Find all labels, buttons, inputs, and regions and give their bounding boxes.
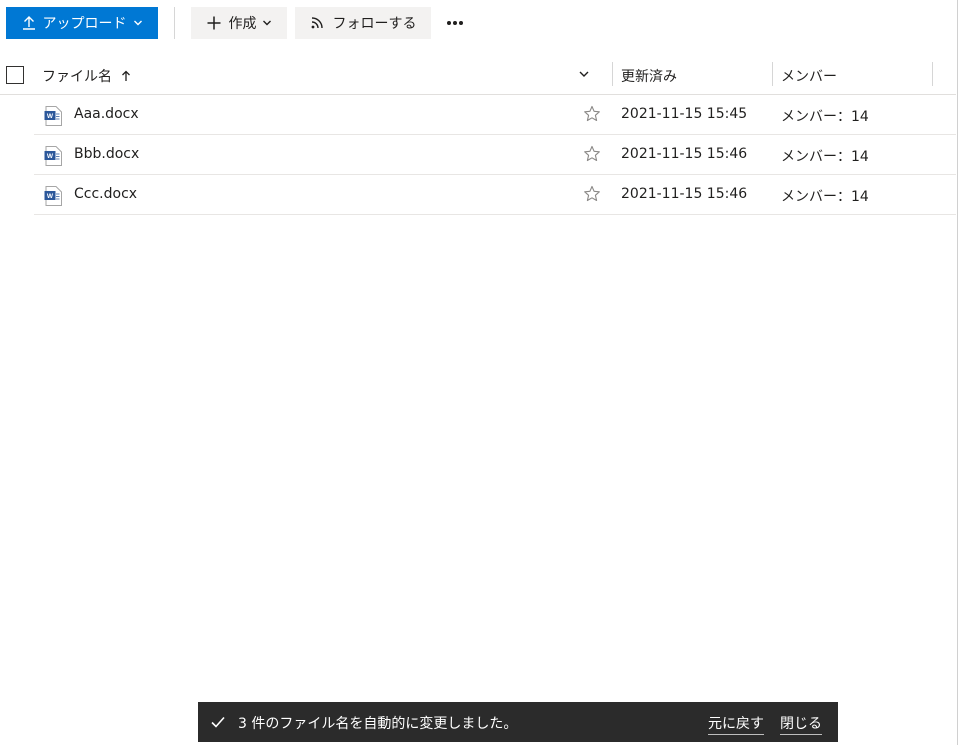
follow-button[interactable]: フォローする <box>295 7 431 39</box>
toolbar-divider <box>174 7 175 39</box>
undo-link[interactable]: 元に戻す <box>708 713 764 735</box>
more-dots-icon <box>446 20 464 26</box>
word-doc-icon: W <box>44 186 62 206</box>
column-header-name-label: ファイル名 <box>42 69 112 85</box>
modified-date: 2021-11-15 15:46 <box>621 146 748 162</box>
svg-text:W: W <box>47 193 54 200</box>
select-all-checkbox[interactable] <box>6 66 24 84</box>
star-outline-icon[interactable] <box>583 145 601 163</box>
word-doc-icon: W <box>44 106 62 126</box>
upload-button-label: アップロード <box>42 16 127 32</box>
file-name-link[interactable]: Aaa.docx <box>74 106 139 122</box>
plus-icon <box>207 16 221 30</box>
rss-icon <box>310 16 324 30</box>
modified-by[interactable]: メンバー：14 <box>781 146 869 166</box>
toast-message: 3 件のファイル名を自動的に変更しました。 <box>238 716 518 732</box>
column-divider[interactable] <box>932 62 933 86</box>
follow-button-label: フォローする <box>332 16 417 32</box>
column-header-name[interactable]: ファイル名 <box>42 66 131 86</box>
column-header-modified[interactable]: 更新済み <box>621 66 677 86</box>
close-toast-link[interactable]: 閉じる <box>780 713 822 735</box>
chevron-down-icon <box>262 18 272 28</box>
star-outline-icon[interactable] <box>583 185 601 203</box>
table-row[interactable]: W Ccc.docx 2021-11-15 15:46 メンバー：14 <box>34 175 956 215</box>
create-button[interactable]: 作成 <box>191 7 287 39</box>
create-button-label: 作成 <box>228 16 257 32</box>
column-options-chevron-down-icon[interactable] <box>578 68 590 80</box>
file-name-link[interactable]: Bbb.docx <box>74 146 139 162</box>
column-divider[interactable] <box>612 62 613 86</box>
column-header-modified-by[interactable]: メンバー <box>781 66 837 86</box>
upload-button[interactable]: アップロード <box>6 7 158 39</box>
chevron-down-icon <box>133 18 143 28</box>
table-row[interactable]: W Bbb.docx 2021-11-15 15:46 メンバー：14 <box>34 135 956 175</box>
modified-date: 2021-11-15 15:45 <box>621 106 748 122</box>
upload-arrow-icon <box>22 16 36 30</box>
modified-date: 2021-11-15 15:46 <box>621 186 748 202</box>
modified-by[interactable]: メンバー：14 <box>781 106 869 126</box>
rename-toast: 3 件のファイル名を自動的に変更しました。 元に戻す 閉じる <box>198 702 838 742</box>
word-doc-icon: W <box>44 146 62 166</box>
table-row[interactable]: W Aaa.docx 2021-11-15 15:45 メンバー：14 <box>34 95 956 135</box>
svg-text:W: W <box>47 153 54 160</box>
svg-text:W: W <box>47 113 54 120</box>
more-options-button[interactable] <box>439 7 471 39</box>
file-name-link[interactable]: Ccc.docx <box>74 186 137 202</box>
modified-by[interactable]: メンバー：14 <box>781 186 869 206</box>
document-library-page: アップロード 作成 フォローする ファイル名 更新済み メンバー W Aaa.d… <box>0 0 958 745</box>
command-bar: アップロード 作成 フォローする <box>6 7 471 39</box>
checkmark-icon <box>210 714 226 730</box>
column-divider[interactable] <box>772 62 773 86</box>
sort-ascending-arrow-icon <box>121 70 131 82</box>
star-outline-icon[interactable] <box>583 105 601 123</box>
